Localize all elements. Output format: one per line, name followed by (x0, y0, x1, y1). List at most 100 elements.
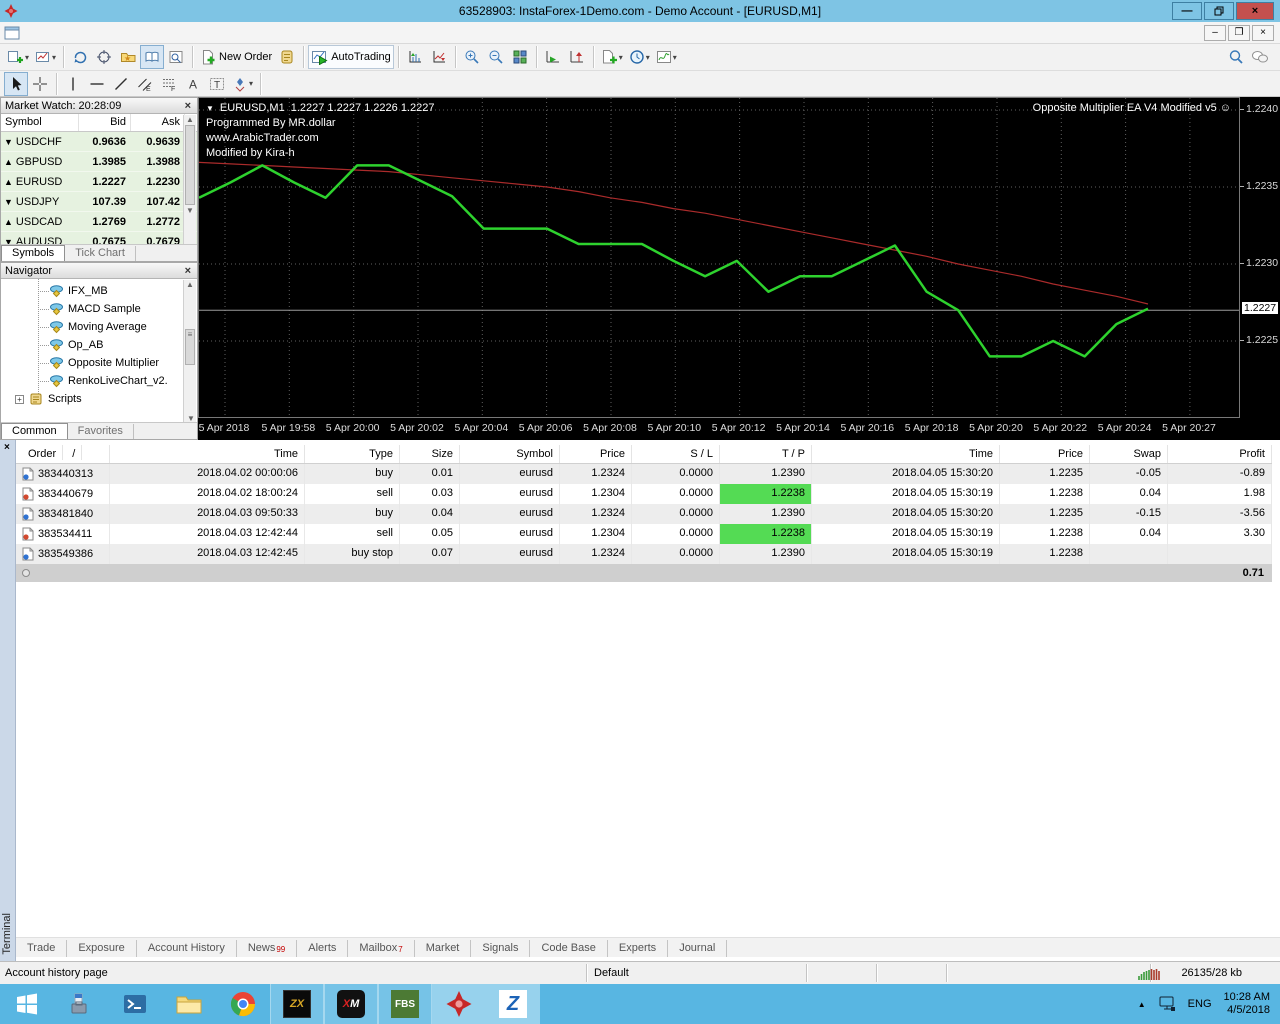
navigator-item-scripts[interactable]: + Scripts (1, 390, 197, 408)
close-icon[interactable]: × (183, 100, 193, 112)
menu-item[interactable] (66, 30, 86, 36)
z-app-button[interactable]: Z (486, 984, 540, 1024)
navigator-item[interactable]: RenkoLiveChart_v2. (1, 372, 197, 390)
trendline-button[interactable] (109, 72, 133, 96)
chart-type-bars-button[interactable] (403, 45, 427, 69)
expand-icon[interactable]: + (15, 394, 24, 404)
text-label-button[interactable]: T (205, 72, 229, 96)
symbol-row[interactable]: ▲ GBPUSD 1.3985 1.3988 (1, 152, 197, 172)
file-explorer-button[interactable] (162, 984, 216, 1024)
tab-favorites[interactable]: Favorites (68, 424, 134, 439)
tray-expand-icon[interactable]: ▲ (1138, 1000, 1146, 1009)
navigator-item[interactable]: Opposite Multiplier (1, 354, 197, 372)
terminal-tab[interactable]: Experts (608, 940, 669, 957)
metatrader-app-button[interactable] (432, 984, 486, 1024)
column-swap[interactable]: Swap (1090, 445, 1168, 463)
close-button[interactable]: × (1236, 2, 1274, 20)
market-watch-button[interactable] (140, 45, 165, 69)
navigator-item[interactable]: MACD Sample (1, 300, 197, 318)
fibonacci-button[interactable]: F (157, 72, 181, 96)
navigator-item[interactable]: Op_AB (1, 336, 197, 354)
equidistant-channel-button[interactable]: E (133, 72, 157, 96)
start-button[interactable] (0, 984, 54, 1024)
status-profile[interactable]: Default (594, 967, 629, 979)
close-icon[interactable]: × (183, 265, 193, 277)
xm-app-button[interactable]: XM (324, 984, 378, 1024)
new-chart-button[interactable]: ▾ (4, 45, 32, 69)
zoom-out-button[interactable] (484, 45, 508, 69)
table-row[interactable]: 383549386 2018.04.03 12:42:45 buy stop 0… (16, 544, 1272, 564)
zoom-in-button[interactable] (460, 45, 484, 69)
child-close-button[interactable]: × (1252, 24, 1274, 41)
language-indicator[interactable]: ENG (1188, 998, 1212, 1010)
symbol-row[interactable]: ▲ USDCAD 1.2769 1.2772 (1, 212, 197, 232)
vertical-line-button[interactable] (61, 72, 85, 96)
scripts-button[interactable] (275, 45, 299, 69)
timeframe-button[interactable] (359, 74, 386, 94)
column-bid[interactable]: Bid (79, 114, 131, 131)
terminal-tab[interactable]: Account History (137, 940, 237, 957)
terminal-tab[interactable]: Code Base (530, 940, 608, 957)
restore-button[interactable] (1204, 2, 1234, 20)
price-axis[interactable]: 1.2227 1.2240 1.2235 1.2230 1.2225 (1239, 97, 1280, 418)
tab-symbols[interactable]: Symbols (1, 245, 66, 261)
column-close-price[interactable]: Price (1000, 445, 1090, 463)
column-close-time[interactable]: Time (812, 445, 1000, 463)
menu-item[interactable] (126, 30, 146, 36)
terminal-tab[interactable]: Mailbox 7 (348, 940, 415, 957)
search-button[interactable] (1224, 45, 1248, 69)
table-row[interactable]: 383534411 2018.04.03 12:42:44 sell 0.05 … (16, 524, 1272, 544)
timeframe-button[interactable] (471, 74, 498, 94)
chart-shift-end-button[interactable] (565, 45, 589, 69)
timeframe-button[interactable] (499, 74, 526, 94)
terminal-tab[interactable]: Trade (16, 940, 68, 957)
symbol-row[interactable]: ▼ USDCHF 0.9636 0.9639 (1, 132, 197, 152)
templates-button[interactable]: ▾ (598, 45, 626, 69)
column-tp[interactable]: T / P (720, 445, 812, 463)
column-type[interactable]: Type (305, 445, 400, 463)
period-button[interactable]: ▾ (626, 45, 653, 69)
child-restore-button[interactable]: ❐ (1228, 24, 1250, 41)
menu-item[interactable] (106, 30, 126, 36)
chart-type-line-button[interactable] (427, 45, 451, 69)
autotrading-button[interactable]: AutoTrading (308, 45, 394, 69)
server-manager-button[interactable] (54, 984, 108, 1024)
auto-scroll-button[interactable] (541, 45, 565, 69)
terminal-tab[interactable]: Signals (471, 940, 531, 957)
data-window-button[interactable] (164, 45, 188, 69)
symbol-row[interactable]: ▼ USDJPY 107.39 107.42 (1, 192, 197, 212)
child-minimize-button[interactable]: – (1204, 24, 1226, 41)
navigator-item[interactable]: Moving Average (1, 318, 197, 336)
market-watch-header[interactable]: Market Watch: 20:28:09 × (1, 98, 197, 114)
favorites-button[interactable]: ★ (116, 45, 140, 69)
column-time[interactable]: Time (110, 445, 305, 463)
arrows-tool-button[interactable]: ▾ (229, 72, 256, 96)
crosshair-mode-button[interactable] (92, 45, 116, 69)
tab-tick-chart[interactable]: Tick Chart (65, 246, 136, 261)
column-symbol[interactable]: Symbol (1, 114, 79, 131)
powershell-button[interactable] (108, 984, 162, 1024)
chart-shift-button[interactable] (68, 45, 92, 69)
timeframe-button[interactable] (303, 74, 330, 94)
symbol-row[interactable]: ▲ EURUSD 1.2227 1.2230 (1, 172, 197, 192)
chat-button[interactable] (1248, 45, 1272, 69)
timeframe-button[interactable] (415, 74, 442, 94)
indicators-button[interactable]: ▾ (653, 45, 680, 69)
column-ask[interactable]: Ask (131, 114, 185, 131)
column-sl[interactable]: S / L (632, 445, 720, 463)
menu-item[interactable] (146, 30, 166, 36)
terminal-tab[interactable]: News 99 (237, 940, 298, 957)
time-axis[interactable]: 5 Apr 2018 5 Apr 19:58 5 Apr 20:00 5 Apr 20… (198, 418, 1240, 440)
profiles-button[interactable]: ▾ (32, 45, 59, 69)
menu-item[interactable] (86, 30, 106, 36)
navigator-scrollbar[interactable]: ▲ ≡ ▼ (183, 280, 196, 423)
table-row[interactable]: 383481840 2018.04.03 09:50:33 buy 0.04 e… (16, 504, 1272, 524)
menu-item[interactable] (26, 30, 46, 36)
timeframe-button[interactable] (387, 74, 414, 94)
table-row[interactable]: 383440313 2018.04.02 00:00:06 buy 0.01 e… (16, 464, 1272, 484)
horizontal-line-button[interactable] (85, 72, 109, 96)
fbs-app-button[interactable]: FBS (378, 984, 432, 1024)
chrome-button[interactable] (216, 984, 270, 1024)
column-profit[interactable]: Profit (1168, 445, 1272, 463)
cursor-button[interactable] (4, 71, 28, 96)
